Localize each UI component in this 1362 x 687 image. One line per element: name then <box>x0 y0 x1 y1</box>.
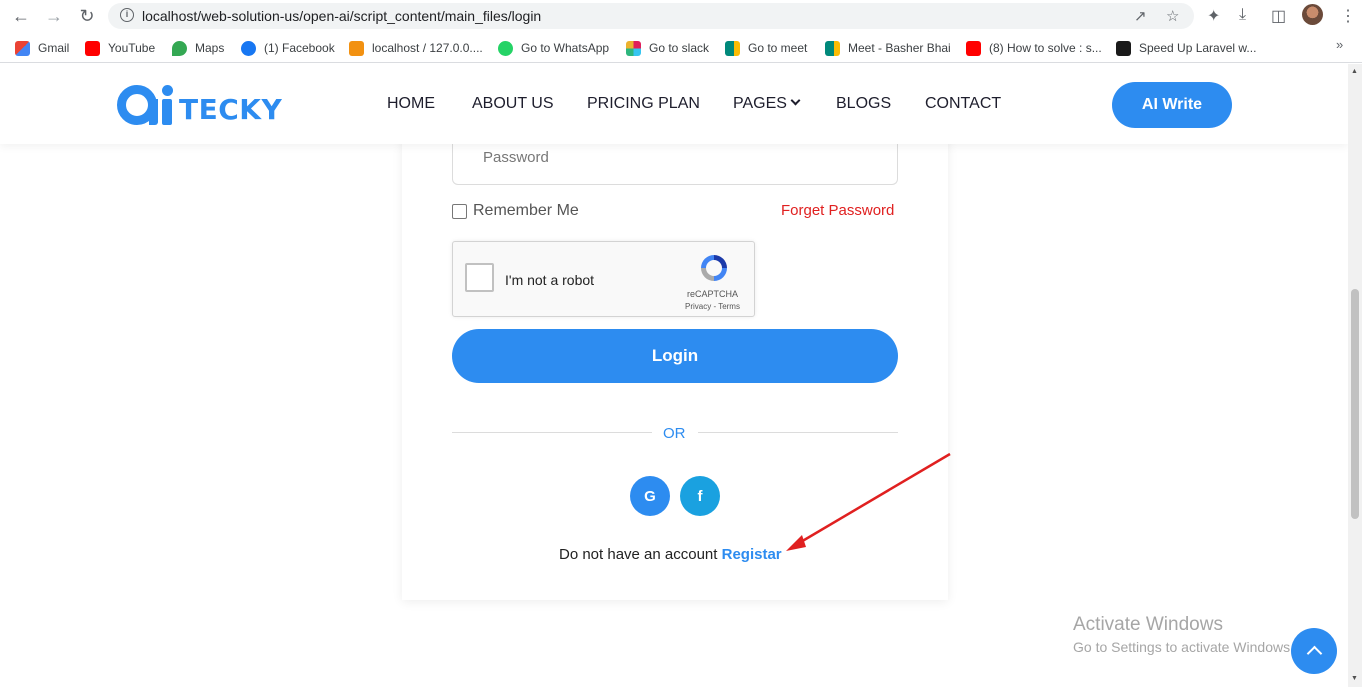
recaptcha-widget: I'm not a robot reCAPTCHA Privacy - Term… <box>452 241 755 317</box>
browser-toolbar: ← → ↻ i localhost/web-solution-us/open-a… <box>0 0 1362 33</box>
windows-activation-watermark: Activate Windows Go to Settings to activ… <box>1073 614 1294 655</box>
nav-about[interactable]: ABOUT US <box>472 95 554 113</box>
nav-pages[interactable]: PAGES <box>733 95 801 113</box>
recaptcha-checkbox[interactable] <box>465 263 494 292</box>
download-icon[interactable]: ⤓ <box>1239 6 1246 24</box>
divider-right <box>698 432 898 433</box>
slack-icon <box>626 40 641 56</box>
bookmark-phpmyadmin[interactable]: localhost / 127.0.0.... <box>349 40 483 56</box>
youtube-icon <box>966 40 981 56</box>
bookmark-label: Speed Up Laravel w... <box>1139 41 1257 55</box>
meet-icon <box>825 40 840 56</box>
forward-icon[interactable]: → <box>42 5 66 27</box>
bookmark-label: Maps <box>195 41 225 55</box>
remember-label: Remember Me <box>473 202 579 219</box>
login-button[interactable]: Login <box>452 329 898 383</box>
bookmark-label: Go to slack <box>649 41 710 55</box>
bookmark-meet[interactable]: Go to meet <box>725 40 807 56</box>
bookmark-label: Gmail <box>38 41 70 55</box>
page-viewport: Password Remember Me Forget Password I'm… <box>0 64 1348 687</box>
bookmark-gmail[interactable]: Gmail <box>15 40 69 56</box>
register-prompt: Do not have an account Registar <box>559 546 782 563</box>
profile-avatar[interactable] <box>1302 4 1323 25</box>
bookmark-meet-basher[interactable]: Meet - Basher Bhai <box>825 40 951 56</box>
recaptcha-label: I'm not a robot <box>505 272 595 288</box>
bookmarks-bar: Gmail YouTube Maps (1) Facebook localhos… <box>0 33 1362 63</box>
share-icon[interactable]: ↗ <box>1134 7 1147 25</box>
password-placeholder: Password <box>483 149 549 166</box>
nav-home[interactable]: HOME <box>387 95 435 113</box>
bookmark-whatsapp[interactable]: Go to WhatsApp <box>498 40 609 56</box>
annotation-arrow <box>786 452 951 551</box>
bookmark-youtube-video[interactable]: (8) How to solve : s... <box>966 40 1102 56</box>
watermark-subtitle: Go to Settings to activate Windows. <box>1073 639 1294 655</box>
gmail-icon <box>15 40 30 56</box>
site-logo[interactable]: TECKY <box>117 83 282 127</box>
menu-icon[interactable]: ⋮ <box>1340 6 1356 26</box>
bookmark-label: (1) Facebook <box>264 41 335 55</box>
page-scrollbar[interactable]: ▲ ▼ <box>1348 64 1362 687</box>
bookmark-label: YouTube <box>108 41 156 55</box>
bookmark-label: localhost / 127.0.0.... <box>372 41 483 55</box>
google-login-button[interactable]: G <box>630 476 670 516</box>
remember-me[interactable]: Remember Me <box>452 202 579 220</box>
recaptcha-terms[interactable]: Privacy - Terms <box>685 302 740 311</box>
forget-password-link[interactable]: Forget Password <box>781 202 894 219</box>
site-info-icon[interactable]: i <box>120 8 134 22</box>
bookmark-slack[interactable]: Go to slack <box>626 40 709 56</box>
remember-checkbox[interactable] <box>452 203 467 219</box>
youtube-icon <box>85 40 100 56</box>
bookmark-label: Go to WhatsApp <box>521 41 610 55</box>
bookmark-label: Meet - Basher Bhai <box>848 41 951 55</box>
side-panel-icon[interactable]: ◫ <box>1271 6 1286 26</box>
register-link[interactable]: Registar <box>722 546 782 563</box>
bookmark-youtube[interactable]: YouTube <box>85 40 155 56</box>
or-label: OR <box>663 425 686 442</box>
scroll-up-icon[interactable]: ▲ <box>1351 68 1358 75</box>
nav-pages-label: PAGES <box>733 95 787 112</box>
meet-icon <box>725 40 740 56</box>
address-url[interactable]: localhost/web-solution-us/open-ai/script… <box>142 8 541 24</box>
scroll-to-top-button[interactable] <box>1291 628 1337 674</box>
bookmark-maps[interactable]: Maps <box>172 40 224 56</box>
facebook-icon <box>241 40 256 56</box>
facebook-login-button[interactable]: f <box>680 476 720 516</box>
scroll-down-icon[interactable]: ▼ <box>1351 675 1358 682</box>
extensions-icon[interactable]: ✦ <box>1207 6 1220 26</box>
recaptcha-logo-icon <box>701 255 727 281</box>
back-icon[interactable]: ← <box>9 5 33 27</box>
bookmark-star-icon[interactable]: ☆ <box>1166 7 1179 25</box>
address-bar[interactable]: i localhost/web-solution-us/open-ai/scri… <box>108 3 1194 29</box>
divider-left <box>452 432 652 433</box>
watermark-title: Activate Windows <box>1073 614 1223 635</box>
maps-icon <box>172 40 187 56</box>
recaptcha-brand: reCAPTCHA <box>687 289 739 299</box>
phpmyadmin-icon <box>349 40 364 56</box>
bookmark-facebook[interactable]: (1) Facebook <box>241 40 335 56</box>
site-header: TECKY HOME ABOUT US PRICING PLAN PAGES B… <box>0 64 1348 144</box>
nav-blogs[interactable]: BLOGS <box>836 95 891 113</box>
scrollbar-thumb[interactable] <box>1351 289 1359 519</box>
laravel-icon <box>1116 40 1131 56</box>
register-prompt-text: Do not have an account <box>559 546 718 563</box>
bookmark-laravel[interactable]: Speed Up Laravel w... <box>1116 40 1256 56</box>
bookmark-label: Go to meet <box>748 41 808 55</box>
bookmark-label: (8) How to solve : s... <box>989 41 1102 55</box>
logo-text: TECKY <box>179 92 283 126</box>
google-icon: G <box>644 487 656 505</box>
nav-pricing[interactable]: PRICING PLAN <box>587 95 700 113</box>
logo-mark-icon <box>117 83 177 127</box>
reload-icon[interactable]: ↻ <box>75 5 99 27</box>
nav-contact[interactable]: CONTACT <box>925 95 1001 113</box>
chevron-up-icon <box>1306 645 1322 662</box>
chevron-down-icon <box>790 95 801 106</box>
ai-write-button[interactable]: AI Write <box>1112 82 1232 128</box>
whatsapp-icon <box>498 40 513 56</box>
bookmarks-overflow-icon[interactable]: » <box>1336 37 1343 52</box>
facebook-icon: f <box>697 487 703 505</box>
